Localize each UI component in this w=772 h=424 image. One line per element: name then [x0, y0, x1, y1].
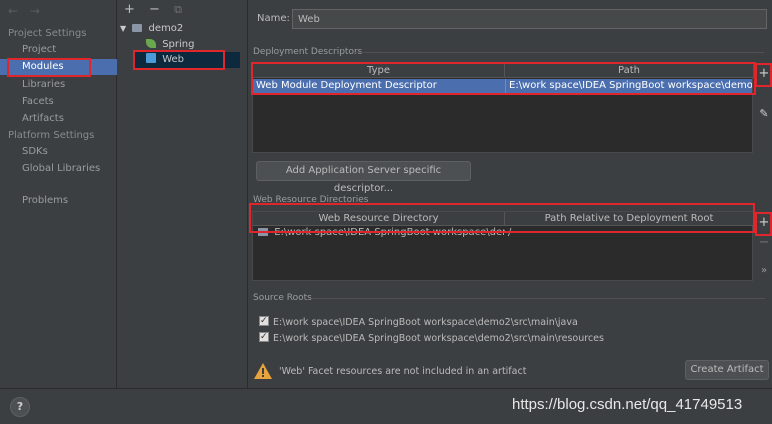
source-root-resources[interactable]: E:\work space\IDEA SpringBoot workspace\…: [259, 330, 604, 346]
watermark-text: https://blog.csdn.net/qq_41749513: [512, 396, 743, 413]
add-server-descriptor-button[interactable]: Add Application Server specific descript…: [256, 161, 471, 194]
back-arrow-icon[interactable]: ←: [8, 4, 18, 18]
add-descriptor-button[interactable]: +: [756, 66, 772, 82]
nav-item-project[interactable]: Project: [0, 42, 117, 58]
remove-web-resource-button[interactable]: −: [756, 235, 772, 251]
tree-node-label: Web: [162, 54, 184, 65]
deployment-descriptors-heading: Deployment Descriptors: [253, 47, 363, 57]
source-roots-heading: Source Roots: [253, 293, 312, 303]
spring-leaf-icon: [146, 39, 156, 48]
nav-history: ← →: [8, 4, 48, 18]
web-resource-directories-table[interactable]: Web Resource Directory Path Relative to …: [252, 211, 754, 281]
cell-type: Web Module Deployment Descriptor: [256, 80, 437, 91]
tree-node-label: demo2: [148, 23, 184, 34]
nav-item-artifacts[interactable]: Artifacts: [0, 111, 117, 127]
warning-icon: [254, 363, 272, 379]
web-facet-icon: [146, 53, 156, 63]
source-root-java[interactable]: E:\work space\IDEA SpringBoot workspace\…: [259, 314, 578, 330]
nav-item-modules[interactable]: Modules: [0, 59, 117, 75]
checkbox-checked-icon[interactable]: [259, 314, 269, 328]
tree-toolbar: + − ⧉: [124, 2, 192, 17]
column-header-relative-path[interactable]: Path Relative to Deployment Root: [505, 212, 754, 226]
nav-item-global-libraries[interactable]: Global Libraries: [0, 161, 117, 177]
expand-arrow-icon[interactable]: ▼: [120, 24, 126, 33]
cell-relative-path: /: [508, 227, 512, 238]
module-tree: + − ⧉ ▼ demo2 Spring Web: [118, 0, 248, 388]
nav-item-libraries[interactable]: Libraries: [0, 77, 117, 93]
section-divider: [311, 298, 765, 299]
tree-node-web[interactable]: Web: [135, 52, 240, 68]
nav-item-facets[interactable]: Facets: [0, 94, 117, 110]
facet-settings-panel: Name: Deployment Descriptors Type Path W…: [249, 0, 772, 388]
artifact-warning-text: 'Web' Facet resources are not included i…: [279, 366, 527, 377]
folder-icon: [132, 24, 143, 32]
source-root-path: E:\work space\IDEA SpringBoot workspace\…: [273, 333, 604, 344]
project-settings-heading: Project Settings: [8, 28, 87, 39]
nav-item-sdks[interactable]: SDKs: [0, 144, 117, 160]
cell-directory: E:\work space\IDEA SpringBoot workspace\…: [255, 226, 505, 240]
copy-icon[interactable]: ⧉: [174, 3, 182, 16]
settings-nav: ← → Project Settings Project Modules Lib…: [0, 0, 117, 388]
forward-arrow-icon[interactable]: →: [30, 4, 40, 18]
add-web-resource-button[interactable]: +: [756, 215, 772, 231]
help-button[interactable]: ?: [10, 397, 30, 417]
column-header-path[interactable]: Path: [505, 64, 754, 78]
nav-item-problems[interactable]: Problems: [0, 193, 117, 209]
column-header-web-resource-directory[interactable]: Web Resource Directory: [253, 212, 505, 226]
tree-node-demo2[interactable]: ▼ demo2: [120, 21, 183, 37]
folder-icon: [258, 228, 268, 236]
table-row[interactable]: E:\work space\IDEA SpringBoot workspace\…: [253, 226, 752, 240]
source-root-path: E:\work space\IDEA SpringBoot workspace\…: [273, 317, 578, 328]
platform-settings-heading: Platform Settings: [8, 130, 95, 141]
more-actions-icon[interactable]: »: [756, 263, 772, 279]
remove-icon[interactable]: −: [149, 2, 160, 17]
column-header-type[interactable]: Type: [253, 64, 505, 78]
section-divider: [354, 52, 764, 53]
dialog-footer: ? https://blog.csdn.net/qq_41749513: [0, 388, 772, 424]
name-input[interactable]: [292, 9, 767, 29]
add-icon[interactable]: +: [124, 2, 135, 17]
create-artifact-button[interactable]: Create Artifact: [685, 360, 769, 380]
checkbox-checked-icon[interactable]: [259, 330, 269, 344]
web-resource-directories-heading: Web Resource Directories: [253, 195, 369, 205]
tree-node-spring[interactable]: Spring: [146, 37, 194, 53]
table-row[interactable]: Web Module Deployment Descriptor E:\work…: [253, 79, 752, 93]
directory-path: E:\work space\IDEA SpringBoot workspace\…: [274, 227, 505, 238]
tree-node-label: Spring: [162, 39, 195, 50]
name-label: Name:: [257, 13, 290, 24]
cell-path: E:\work space\IDEA SpringBoot workspace\…: [505, 79, 752, 93]
deployment-descriptors-table[interactable]: Type Path Web Module Deployment Descript…: [252, 63, 754, 153]
edit-descriptor-icon[interactable]: ✎: [756, 106, 772, 122]
